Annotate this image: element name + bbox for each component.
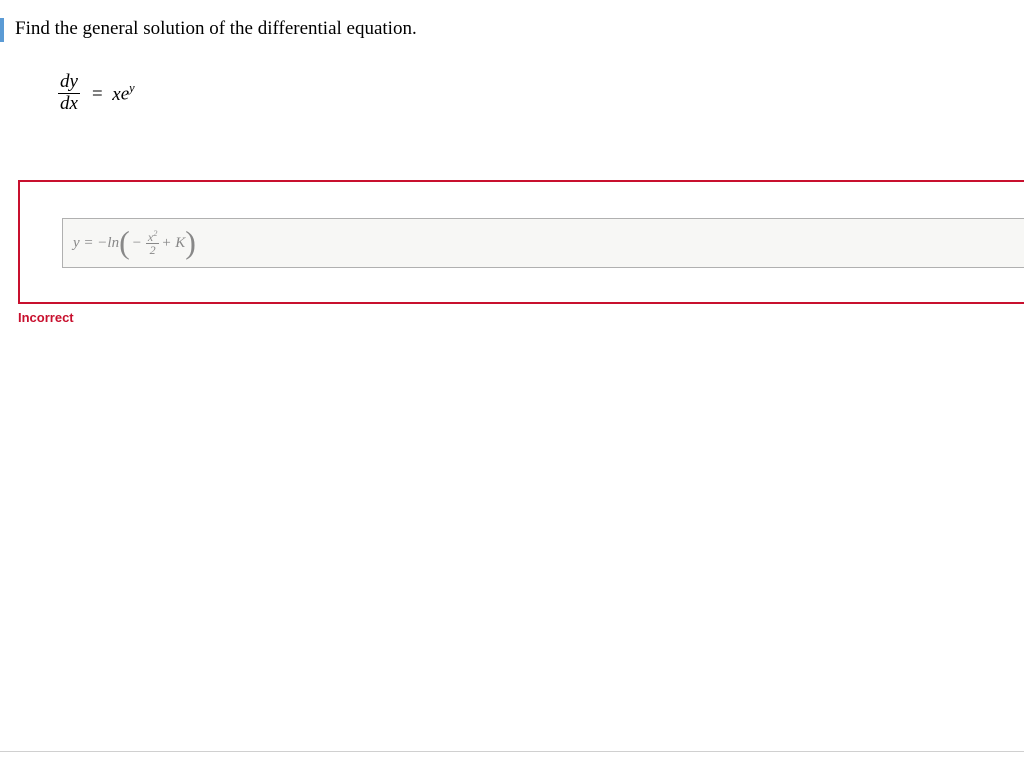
answer-formula: y = −ln ( − x2 2 + K ) [73,230,196,256]
plus-k: + K [161,235,185,252]
answer-input[interactable]: y = −ln ( − x2 2 + K ) [62,218,1024,268]
small-fraction-numerator: x2 [146,230,160,244]
equation-rhs: = xey [91,81,135,105]
small-fraction-denominator: 2 [146,244,160,256]
fraction-dy-dx: dy dx [58,72,80,115]
paren-close: ) [185,230,196,256]
fraction-numerator: dy [58,72,80,94]
answer-prefix: y = −ln [73,235,119,252]
left-accent-bar [0,18,4,42]
fraction-denominator: dx [58,94,80,115]
feedback-label: Incorrect [18,310,74,325]
minus-sign: − [132,235,142,252]
differential-equation: dy dx = xey [58,72,135,115]
bottom-divider [0,751,1024,752]
paren-open: ( [119,230,130,256]
answer-feedback-box: y = −ln ( − x2 2 + K ) [18,180,1024,304]
question-prompt: Find the general solution of the differe… [15,18,417,40]
fraction-x2-over-2: x2 2 [146,230,160,256]
